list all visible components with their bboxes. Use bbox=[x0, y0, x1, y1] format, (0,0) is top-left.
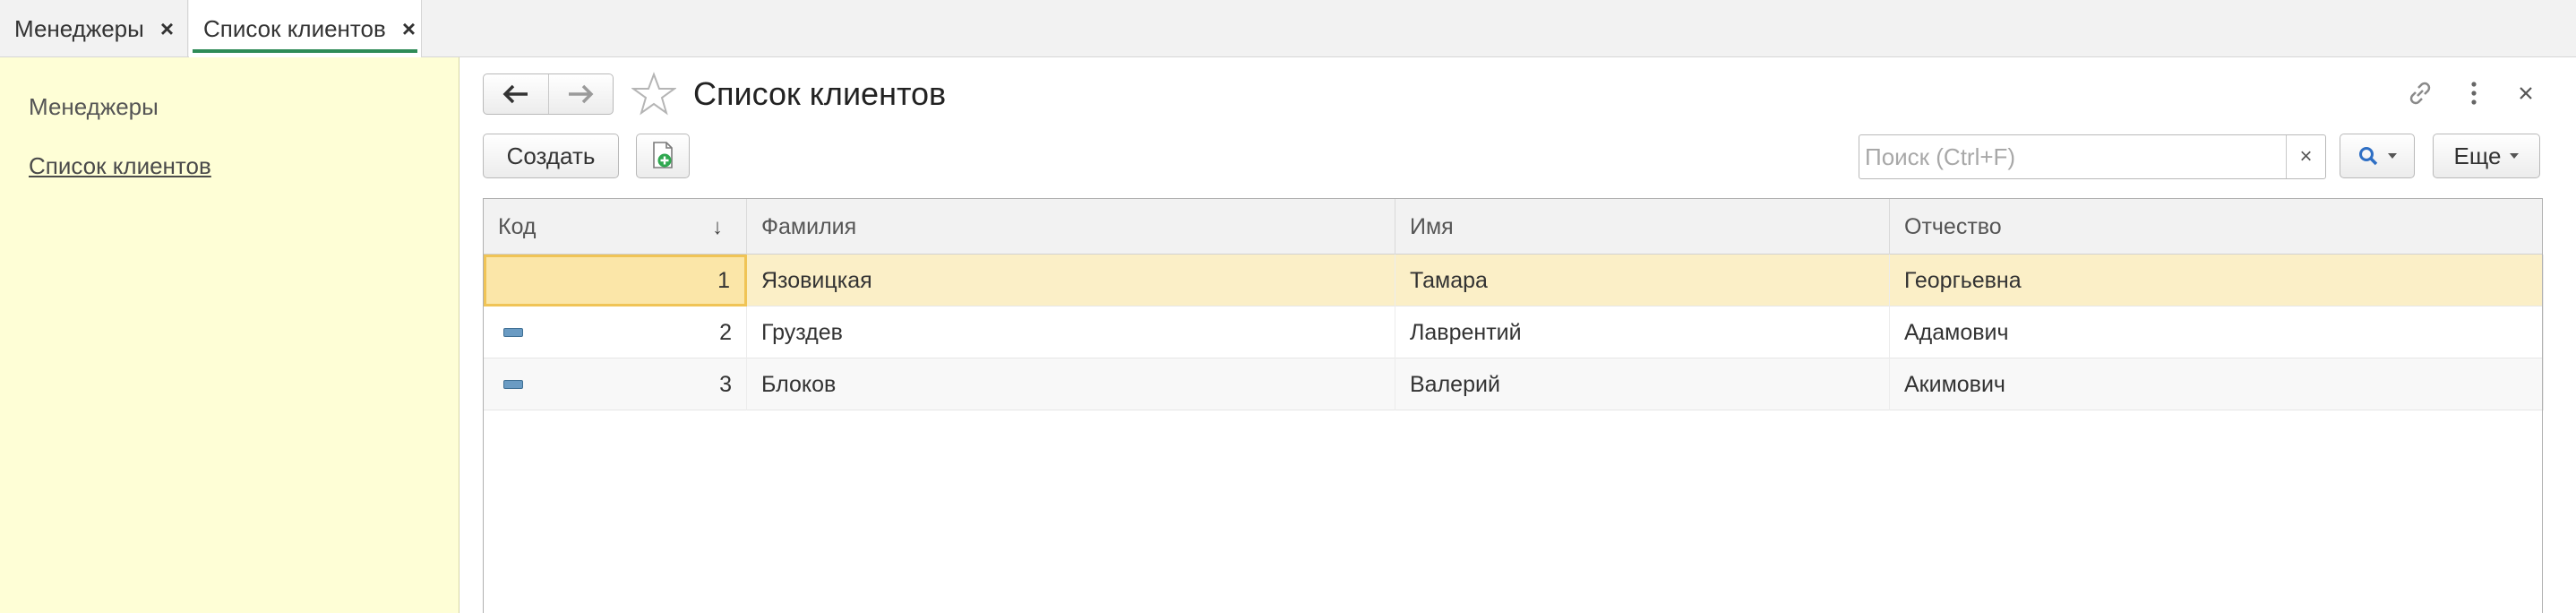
search-box: × bbox=[1859, 134, 2326, 179]
tab-close-icon[interactable]: × bbox=[160, 15, 174, 43]
sidebar-item-managers[interactable]: Менеджеры bbox=[29, 93, 159, 121]
chevron-down-icon bbox=[2510, 153, 2520, 159]
cell-middle-name[interactable]: Акимович bbox=[1890, 358, 2544, 410]
table-header: Код ↓ Фамилия Имя Отчество bbox=[484, 199, 2542, 255]
cell-first-name[interactable]: Тамара bbox=[1395, 255, 1890, 306]
close-icon bbox=[2520, 87, 2532, 99]
column-header-code[interactable]: Код ↓ bbox=[484, 199, 747, 255]
back-button[interactable] bbox=[484, 74, 548, 114]
page-title: Список клиентов bbox=[693, 75, 947, 112]
link-icon bbox=[2409, 82, 2431, 105]
table-row[interactable]: 1 Язовицкая Тамара Георгьевна bbox=[484, 255, 2544, 306]
column-header-first-name[interactable]: Имя bbox=[1395, 199, 1890, 255]
cell-code[interactable]: 1 bbox=[484, 255, 747, 306]
sidebar-item-client-list[interactable]: Список клиентов bbox=[29, 152, 211, 180]
more-label: Еще bbox=[2453, 142, 2502, 169]
cell-code[interactable]: 3 bbox=[484, 358, 747, 410]
link-button[interactable] bbox=[2402, 75, 2438, 111]
sidebar: Менеджеры Список клиентов bbox=[0, 57, 459, 613]
cell-last-name[interactable]: Язовицкая bbox=[747, 255, 1395, 306]
tab-label: Список клиентов bbox=[203, 15, 386, 42]
forward-arrow-icon bbox=[569, 84, 594, 104]
cell-last-name[interactable]: Груздев bbox=[747, 306, 1395, 358]
search-clear-button[interactable]: × bbox=[2286, 135, 2325, 178]
more-button[interactable]: Еще bbox=[2433, 134, 2540, 178]
table-row[interactable]: 2 Груздев Лаврентий Адамович bbox=[484, 306, 2544, 358]
cell-first-name[interactable]: Лаврентий bbox=[1395, 306, 1890, 358]
create-button[interactable]: Создать bbox=[483, 134, 619, 178]
star-icon[interactable] bbox=[631, 72, 676, 117]
column-header-middle-name[interactable]: Отчество bbox=[1890, 199, 2544, 255]
forward-button[interactable] bbox=[547, 74, 614, 114]
sort-down-icon: ↓ bbox=[712, 215, 723, 239]
chevron-down-icon bbox=[2388, 153, 2397, 159]
copy-button[interactable] bbox=[636, 134, 690, 178]
clients-table: Код ↓ Фамилия Имя Отчество 1 Язовицкая Т… bbox=[483, 198, 2544, 613]
column-header-last-name[interactable]: Фамилия bbox=[747, 199, 1395, 255]
more-actions-button[interactable] bbox=[2456, 75, 2492, 111]
more-vert-icon bbox=[2471, 82, 2477, 105]
search-input[interactable] bbox=[1859, 135, 2288, 178]
cell-first-name[interactable]: Валерий bbox=[1395, 358, 1890, 410]
history-nav bbox=[483, 73, 614, 115]
tab-client-list[interactable]: Список клиентов × bbox=[189, 0, 422, 58]
search-icon bbox=[2359, 147, 2378, 166]
back-arrow-icon bbox=[502, 84, 528, 104]
column-header-label: Код bbox=[498, 213, 537, 239]
tab-label: Менеджеры bbox=[14, 14, 144, 42]
cell-code[interactable]: 2 bbox=[484, 306, 747, 358]
copy-add-icon bbox=[653, 142, 673, 168]
tab-close-icon[interactable]: × bbox=[402, 15, 416, 43]
cell-last-name[interactable]: Блоков bbox=[747, 358, 1395, 410]
close-window-button[interactable] bbox=[2508, 75, 2544, 111]
tab-bar: Менеджеры × Список клиентов × bbox=[0, 0, 2576, 58]
search-button[interactable] bbox=[2340, 134, 2415, 178]
table-row[interactable]: 3 Блоков Валерий Акимович bbox=[484, 358, 2544, 410]
cell-middle-name[interactable]: Адамович bbox=[1890, 306, 2544, 358]
cell-middle-name[interactable]: Георгьевна bbox=[1890, 255, 2544, 306]
tab-managers[interactable]: Менеджеры × bbox=[0, 0, 188, 57]
